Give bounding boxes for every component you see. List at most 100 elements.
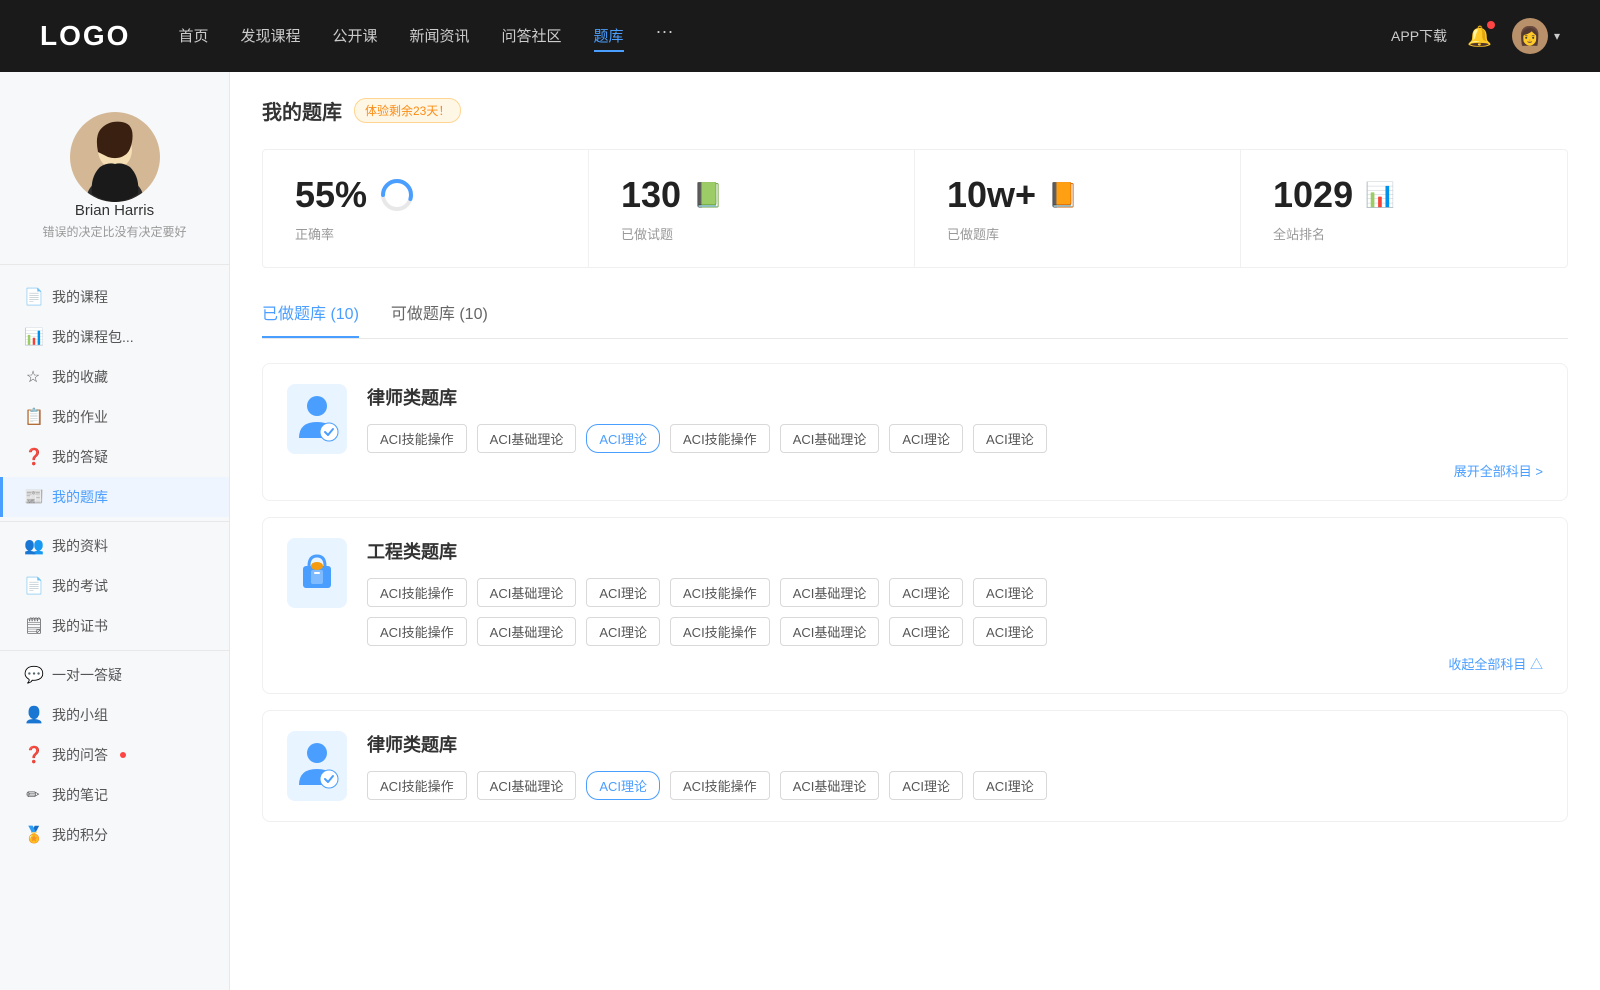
notification-bell[interactable]: 🔔 [1467,24,1492,49]
bank-card-lawyer-1-icon [287,384,347,454]
homework-icon: 📋 [24,407,42,427]
eng-tag-1[interactable]: ACI基础理论 [477,578,577,607]
sidebar-item-qa-mine[interactable]: ❓ 我的答疑 [0,437,229,477]
eng-tag2-3[interactable]: ACI技能操作 [670,617,770,646]
stat-done-questions-value: 130 [621,174,681,216]
eng-tag2-4[interactable]: ACI基础理论 [780,617,880,646]
stat-done-questions-label: 已做试题 [621,224,882,243]
law2-tag-5[interactable]: ACI理论 [889,771,963,800]
group-icon: 👤 [24,705,42,725]
exam-icon: 📄 [24,576,42,596]
eng-tag2-1[interactable]: ACI基础理论 [477,617,577,646]
eng-tag2-2[interactable]: ACI理论 [586,617,660,646]
star-icon: ☆ [24,367,42,387]
doc-orange-icon: 📙 [1048,181,1078,210]
bank-card-lawyer-2-icon [287,731,347,801]
eng-tag-3[interactable]: ACI技能操作 [670,578,770,607]
bank-card-lawyer-2-body: 律师类题库 ACI技能操作 ACI基础理论 ACI理论 ACI技能操作 ACI基… [367,731,1543,800]
logo[interactable]: LOGO [40,20,130,52]
law2-tag-1[interactable]: ACI基础理论 [477,771,577,800]
law2-tag-3[interactable]: ACI技能操作 [670,771,770,800]
stat-site-rank-label: 全站排名 [1273,224,1535,243]
accuracy-chart-icon [379,177,415,213]
bank-card-engineer: 工程类题库 ACI技能操作 ACI基础理论 ACI理论 ACI技能操作 ACI基… [262,517,1568,694]
tutor-icon: 💬 [24,665,42,685]
tag-0[interactable]: ACI技能操作 [367,424,467,453]
tag-4[interactable]: ACI基础理论 [780,424,880,453]
eng-tag-6[interactable]: ACI理论 [973,578,1047,607]
bank-card-engineer-body: 工程类题库 ACI技能操作 ACI基础理论 ACI理论 ACI技能操作 ACI基… [367,538,1543,673]
profile-avatar [70,112,160,202]
bank-card-lawyer-1-expand[interactable]: 展开全部科目 > [367,461,1543,480]
stat-accuracy-label: 正确率 [295,224,556,243]
sidebar-item-course-package[interactable]: 📊 我的课程包... [0,317,229,357]
tabs-row: 已做题库 (10) 可做题库 (10) [262,300,1568,339]
sidebar-item-points[interactable]: 🏅 我的积分 [0,815,229,855]
sidebar-item-tutor[interactable]: 💬 一对一答疑 [0,655,229,695]
nav-question-bank[interactable]: 题库 [594,21,624,52]
sidebar-item-certificate[interactable]: 🗒 我的证书 [0,606,229,646]
profile-section: Brian Harris 错误的决定比没有决定要好 [0,96,229,265]
sidebar-item-favorites[interactable]: ☆ 我的收藏 [0,357,229,397]
sidebar-item-my-course[interactable]: 📄 我的课程 [0,277,229,317]
user-avatar-menu[interactable]: 👩 ▾ [1512,18,1560,54]
eng-tag-2[interactable]: ACI理论 [586,578,660,607]
page-wrapper: Brian Harris 错误的决定比没有决定要好 📄 我的课程 📊 我的课程包… [0,72,1600,990]
page-title: 我的题库 [262,96,342,125]
trial-badge: 体验剩余23天！ [354,98,461,123]
sidebar-item-homework[interactable]: 📋 我的作业 [0,397,229,437]
bank-card-lawyer-2-tags: ACI技能操作 ACI基础理论 ACI理论 ACI技能操作 ACI基础理论 AC… [367,771,1543,800]
tag-5[interactable]: ACI理论 [889,424,963,453]
eng-tag2-6[interactable]: ACI理论 [973,617,1047,646]
law2-tag-2-active[interactable]: ACI理论 [586,771,660,800]
qa-icon: ❓ [24,447,42,467]
header-right: APP下载 🔔 👩 ▾ [1391,18,1560,54]
law2-tag-6[interactable]: ACI理论 [973,771,1047,800]
eng-tag2-5[interactable]: ACI理论 [889,617,963,646]
bank-icon: 📰 [24,487,42,507]
tag-6[interactable]: ACI理论 [973,424,1047,453]
tag-1[interactable]: ACI基础理论 [477,424,577,453]
my-qa-icon: ❓ [24,745,42,765]
points-icon: 🏅 [24,825,42,845]
nav-open-course[interactable]: 公开课 [332,21,377,52]
tag-3[interactable]: ACI技能操作 [670,424,770,453]
law2-tag-0[interactable]: ACI技能操作 [367,771,467,800]
nav-home[interactable]: 首页 [178,21,208,52]
main-content: 我的题库 体验剩余23天！ 55% 正确率 [230,72,1600,990]
bank-card-lawyer-1-body: 律师类题库 ACI技能操作 ACI基础理论 ACI理论 ACI技能操作 ACI基… [367,384,1543,480]
nav-qa[interactable]: 问答社区 [502,21,562,52]
eng-tag2-0[interactable]: ACI技能操作 [367,617,467,646]
page-title-row: 我的题库 体验剩余23天！ [262,96,1568,125]
sidebar: Brian Harris 错误的决定比没有决定要好 📄 我的课程 📊 我的课程包… [0,72,230,990]
nav-more[interactable]: ··· [656,21,674,52]
bank-card-lawyer-2: 律师类题库 ACI技能操作 ACI基础理论 ACI理论 ACI技能操作 ACI基… [262,710,1568,822]
law2-tag-4[interactable]: ACI基础理论 [780,771,880,800]
sidebar-item-notes[interactable]: ✏ 我的笔记 [0,775,229,815]
chevron-down-icon: ▾ [1554,29,1560,43]
tab-done-banks[interactable]: 已做题库 (10) [262,300,359,338]
bank-card-engineer-title: 工程类题库 [367,538,1543,564]
eng-tag-5[interactable]: ACI理论 [889,578,963,607]
sidebar-item-my-qa[interactable]: ❓ 我的问答 [0,735,229,775]
profile-name: Brian Harris [75,202,154,219]
sidebar-item-materials[interactable]: 👥 我的资料 [0,526,229,566]
eng-tag-0[interactable]: ACI技能操作 [367,578,467,607]
sidebar-item-group[interactable]: 👤 我的小组 [0,695,229,735]
eng-tag-4[interactable]: ACI基础理论 [780,578,880,607]
course-pkg-icon: 📊 [24,327,42,347]
tag-2-active[interactable]: ACI理论 [586,424,660,453]
tab-available-banks[interactable]: 可做题库 (10) [391,300,488,338]
nav-discover[interactable]: 发现课程 [240,21,300,52]
app-download-link[interactable]: APP下载 [1391,26,1447,46]
bank-card-engineer-collapse[interactable]: 收起全部科目 △ [367,654,1543,673]
nav-news[interactable]: 新闻资讯 [410,21,470,52]
header-left: LOGO 首页 发现课程 公开课 新闻资讯 问答社区 题库 ··· [40,20,674,52]
bank-card-lawyer-1-title: 律师类题库 [367,384,1543,410]
bank-card-lawyer-2-title: 律师类题库 [367,731,1543,757]
bank-card-engineer-tags-row1: ACI技能操作 ACI基础理论 ACI理论 ACI技能操作 ACI基础理论 AC… [367,578,1543,607]
sidebar-item-exam[interactable]: 📄 我的考试 [0,566,229,606]
profile-motto: 错误的决定比没有决定要好 [26,223,202,240]
sidebar-item-question-bank[interactable]: 📰 我的题库 [0,477,229,517]
main-nav: 首页 发现课程 公开课 新闻资讯 问答社区 题库 ··· [178,21,673,52]
